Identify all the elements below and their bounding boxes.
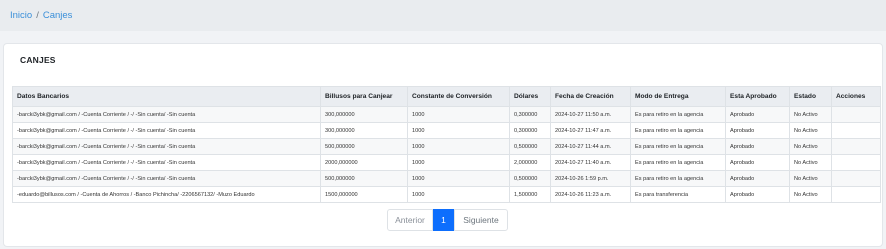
table-cell: No Activo — [789, 170, 832, 187]
table-row: -barcki3ybk@gmail.com / -Cuenta Corrient… — [12, 106, 881, 123]
table-cell: Es para retiro en la agencia — [630, 138, 726, 155]
table-cell: Aprobado — [725, 106, 790, 123]
table-cell: 2024-10-26 11:23 a.m. — [550, 186, 631, 203]
table-cell[interactable] — [831, 154, 881, 171]
table-cell: No Activo — [789, 138, 832, 155]
column-header: Dólares — [509, 86, 551, 107]
table-cell[interactable] — [831, 106, 881, 123]
table-cell: 1000 — [407, 170, 510, 187]
table-cell: No Activo — [789, 122, 832, 139]
table-cell[interactable] — [831, 138, 881, 155]
table-cell[interactable] — [831, 122, 881, 139]
table-cell: 2,000000 — [509, 154, 551, 171]
breadcrumb-bar: Inicio / Canjes — [0, 0, 886, 31]
canjes-card: CANJES Datos Bancarios Billusos para Canj… — [3, 43, 883, 247]
pagination-next-button[interactable]: Siguiente — [454, 209, 508, 231]
table-cell[interactable] — [831, 170, 881, 187]
table-row: -eduardo@billusos.com / -Cuenta de Ahorr… — [12, 186, 881, 203]
table-cell: 0,500000 — [509, 138, 551, 155]
breadcrumb-home-link[interactable]: Inicio — [10, 10, 32, 21]
table-row: -barcki3ybk@gmail.com / -Cuenta Corrient… — [12, 122, 881, 139]
column-header: Modo de Entrega — [630, 86, 726, 107]
table-cell: No Activo — [789, 106, 832, 123]
table-cell: Aprobado — [725, 186, 790, 203]
table-row: -barcki3ybk@gmail.com / -Cuenta Corrient… — [12, 154, 881, 171]
table-cell: 2000,000000 — [320, 154, 408, 171]
table-cell: Es para retiro en la agencia — [630, 106, 726, 123]
table-cell: Es para transferencia — [630, 186, 726, 203]
breadcrumb: Inicio / Canjes — [10, 10, 72, 21]
table-cell: 500,000000 — [320, 138, 408, 155]
table-cell: 0,300000 — [509, 106, 551, 123]
pagination: Anterior 1 Siguiente — [387, 209, 508, 231]
table-cell: Es para retiro en la agencia — [630, 170, 726, 187]
table-cell: 1000 — [407, 186, 510, 203]
column-header: Constante de Conversión — [407, 86, 510, 107]
table-cell: 300,000000 — [320, 106, 408, 123]
column-header: Fecha de Creación — [550, 86, 631, 107]
table-cell: 1500,000000 — [320, 186, 408, 203]
table-cell: 1000 — [407, 154, 510, 171]
table-cell: 2024-10-26 1:59 p.m. — [550, 170, 631, 187]
table-cell: 0,300000 — [509, 122, 551, 139]
column-header: Acciones — [831, 86, 881, 107]
table-row: -barcki3ybk@gmail.com / -Cuenta Corrient… — [12, 170, 881, 187]
table-cell: Aprobado — [725, 154, 790, 171]
column-header: Estado — [789, 86, 832, 107]
column-header: Datos Bancarios — [12, 86, 321, 107]
breadcrumb-separator: / — [36, 10, 39, 21]
table-cell: 300,000000 — [320, 122, 408, 139]
table-body: -barcki3ybk@gmail.com / -Cuenta Corrient… — [12, 106, 881, 203]
table-cell: -eduardo@billusos.com / -Cuenta de Ahorr… — [12, 186, 321, 203]
table-header-row: Datos Bancarios Billusos para Canjear Cons… — [12, 86, 881, 107]
table-cell: Aprobado — [725, 170, 790, 187]
table-cell: 500,000000 — [320, 170, 408, 187]
table-cell: 1000 — [407, 122, 510, 139]
table-cell: 2024-10-27 11:50 a.m. — [550, 106, 631, 123]
table-row: -barcki3ybk@gmail.com / -Cuenta Corrient… — [12, 138, 881, 155]
table-cell: 2024-10-27 11:47 a.m. — [550, 122, 631, 139]
pagination-prev-button[interactable]: Anterior — [387, 209, 433, 231]
table-cell: Es para retiro en la agencia — [630, 122, 726, 139]
table-cell: -barcki3ybk@gmail.com / -Cuenta Corrient… — [12, 106, 321, 123]
table-cell: Aprobado — [725, 138, 790, 155]
column-header: Esta Aprobado — [725, 86, 790, 107]
table-cell: 0,500000 — [509, 170, 551, 187]
breadcrumb-current[interactable]: Canjes — [43, 10, 73, 21]
table-cell: Es para retiro en la agencia — [630, 154, 726, 171]
column-header: Billusos para Canjear — [320, 86, 408, 107]
card-title: CANJES — [20, 55, 56, 65]
table-cell: -barcki3ybk@gmail.com / -Cuenta Corrient… — [12, 154, 321, 171]
table-cell: 1000 — [407, 138, 510, 155]
table-cell: No Activo — [789, 186, 832, 203]
table-cell: Aprobado — [725, 122, 790, 139]
table-cell[interactable] — [831, 186, 881, 203]
canjes-table: Datos Bancarios Billusos para Canjear Cons… — [12, 86, 881, 203]
table-cell: 2024-10-27 11:40 a.m. — [550, 154, 631, 171]
table-cell: -barcki3ybk@gmail.com / -Cuenta Corrient… — [12, 170, 321, 187]
table-cell: No Activo — [789, 154, 832, 171]
table-cell: 1000 — [407, 106, 510, 123]
table-cell: 2024-10-27 11:44 a.m. — [550, 138, 631, 155]
pagination-page-button[interactable]: 1 — [433, 209, 454, 231]
table-cell: -barcki3ybk@gmail.com / -Cuenta Corrient… — [12, 122, 321, 139]
table-cell: 1,500000 — [509, 186, 551, 203]
table-cell: -barcki3ybk@gmail.com / -Cuenta Corrient… — [12, 138, 321, 155]
